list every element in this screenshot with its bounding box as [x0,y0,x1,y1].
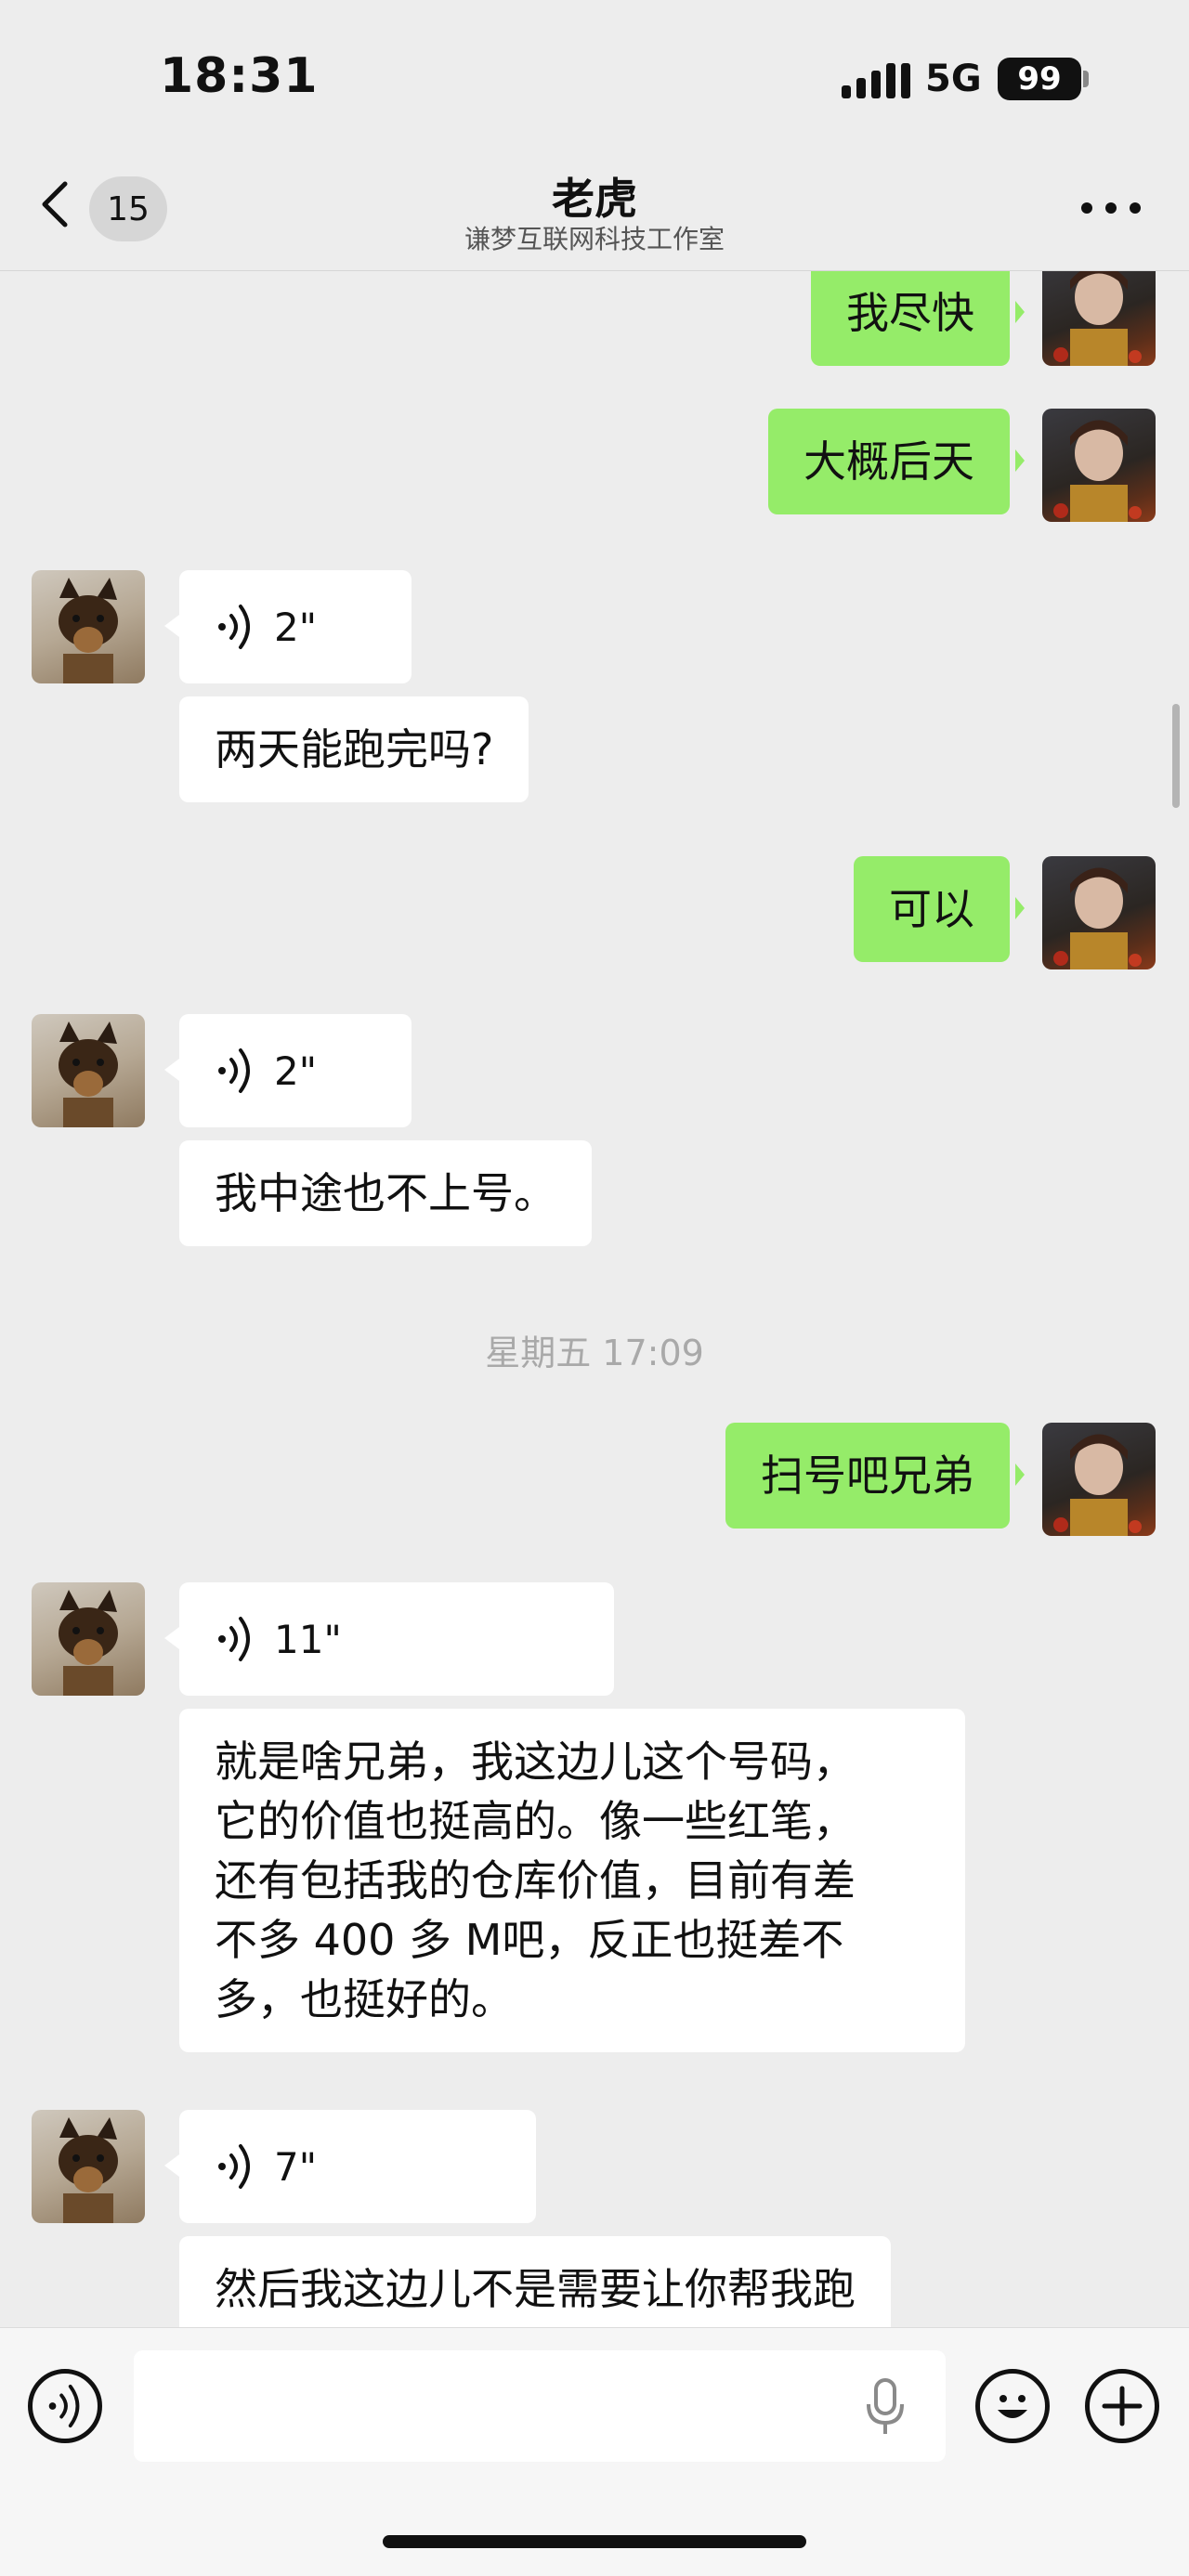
timestamp: 星期五 17:09 [485,1333,704,1373]
voice-duration: 11" [274,1616,342,1662]
status-bar: 18:31 5G 99 [0,0,1189,158]
message-bubble[interactable]: 我尽快 [811,271,1025,366]
voice-message[interactable]: 11" [164,1582,614,1696]
status-time: 18:31 [160,48,319,104]
self-avatar-image [1053,420,1142,522]
self-avatar-image [1053,867,1142,969]
avatar[interactable] [1042,856,1156,969]
contact-avatar-image [59,1021,118,1127]
chat-title: 老虎 [552,174,637,224]
contact-avatar-image [59,2117,118,2223]
voice-duration: 2" [274,604,318,650]
voice-message[interactable]: 2" [164,1014,412,1127]
avatar[interactable] [32,1014,145,1127]
emoji-icon [998,2395,1027,2418]
network-type: 5G [925,58,982,100]
message-bubble[interactable]: 两天能跑完吗? [179,696,529,802]
voice-duration: 2" [274,1047,318,1094]
message-bubble[interactable]: 我中途也不上号。 [179,1140,592,1246]
emoji-button[interactable] [975,2369,1050,2443]
message-bubble[interactable]: 可以 [854,856,1025,962]
avatar[interactable] [1042,409,1156,522]
message-bubble[interactable]: 大概后天 [768,409,1025,514]
voice-message[interactable]: 7" [164,2110,536,2223]
microphone-icon[interactable] [862,2376,908,2436]
avatar[interactable] [1042,271,1156,366]
voice-duration: 7" [274,2143,318,2190]
avatar[interactable] [32,2110,145,2223]
voice-wave-icon [218,605,250,649]
voice-input-button[interactable] [28,2369,102,2443]
more-dots-icon[interactable] [1081,189,1141,227]
contact-avatar-image [59,1590,118,1696]
message-bubble[interactable]: 就是啥兄弟，我这边儿这个号码， 它的价值也挺高的。像一些红笔， 还有包括我的仓库… [179,1709,965,2052]
battery-tip [1083,71,1089,87]
chat-header: 15 老虎 谦梦互联网科技工作室 [0,158,1189,271]
message-bubble[interactable]: 扫号吧兄弟 [725,1423,1025,1529]
voice-wave-icon [218,2144,250,2189]
voice-wave-icon [218,1048,250,1093]
voice-wave-icon [48,2384,80,2428]
avatar[interactable] [32,570,145,683]
self-avatar-image [1053,271,1142,366]
message-input[interactable] [134,2350,946,2462]
message-list[interactable]: 我尽快 大概后天 2" 两天能跑完吗? 可以 2" 我中途也不上号。 星期五 1… [0,271,1189,2327]
signal-icon [842,63,910,98]
plus-icon [1102,2386,1143,2426]
self-avatar-image [1053,1434,1142,1536]
voice-message[interactable]: 2" [164,570,412,683]
battery-icon: 99 [998,58,1081,100]
contact-avatar-image [59,578,118,683]
chat-screen: 18:31 5G 99 15 老虎 谦梦互联网科技工作室 我尽快 大概后天 2"… [0,0,1189,2576]
home-indicator[interactable] [383,2535,806,2548]
message-bubble[interactable]: 然后我这边儿不是需要让你帮我跑 [179,2236,891,2327]
scrollbar[interactable] [1172,704,1180,808]
avatar[interactable] [1042,1423,1156,1536]
chat-subtitle: 谦梦互联网科技工作室 [464,224,725,254]
battery-level: 99 [1017,60,1062,98]
voice-wave-icon [218,1617,250,1661]
plus-button[interactable] [1085,2369,1159,2443]
avatar[interactable] [32,1582,145,1696]
